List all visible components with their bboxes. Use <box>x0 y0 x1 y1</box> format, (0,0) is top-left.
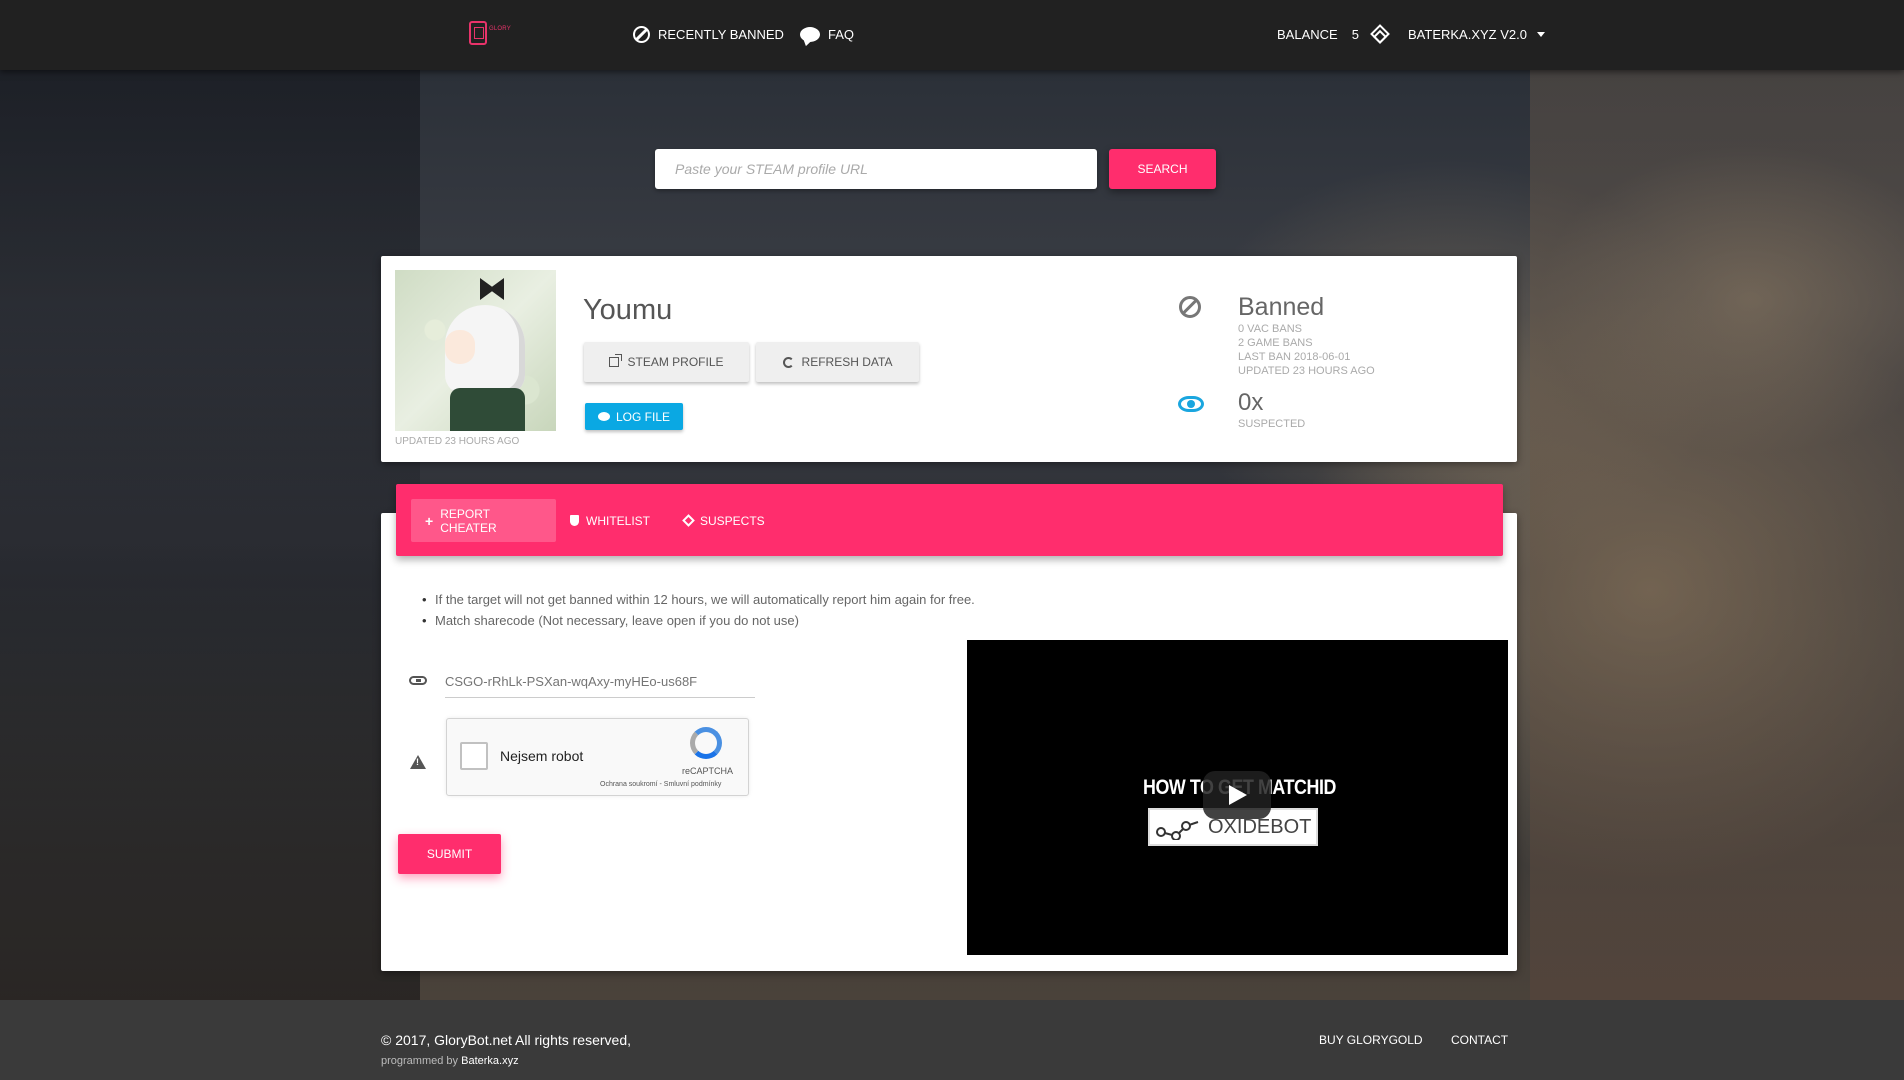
submit-button[interactable]: SUBMIT <box>398 834 501 874</box>
ban-details: 0 VAC BANS 2 GAME BANS LAST BAN 2018-06-… <box>1238 322 1375 378</box>
log-file-button[interactable]: LOG FILE <box>585 403 683 430</box>
vac-bans: 0 VAC BANS <box>1238 323 1302 335</box>
game-bans: 2 GAME BANS <box>1238 337 1313 349</box>
nav-recently-banned-label: RECENTLY BANNED <box>658 26 784 42</box>
logo-text: GLORY <box>489 26 511 32</box>
profile-card: UPDATED 23 HOURS AGO Youmu STEAM PROFILE… <box>381 256 1517 462</box>
nav-faq[interactable]: FAQ <box>800 24 854 44</box>
recaptcha-checkbox[interactable] <box>460 742 488 770</box>
site-logo[interactable]: GLORY <box>469 20 513 46</box>
nav-faq-label: FAQ <box>828 26 855 42</box>
recaptcha-terms-link[interactable]: Ochrana soukromí - Smluvní podmínky <box>600 781 721 788</box>
link-icon <box>409 676 427 685</box>
banned-status-icon <box>1179 296 1201 318</box>
comment-icon <box>597 412 610 421</box>
video-logo-text: OXIDEBOT <box>1208 816 1312 838</box>
ban-updated: UPDATED 23 HOURS AGO <box>1238 365 1375 377</box>
refresh-data-label: REFRESH DATA <box>801 355 893 369</box>
eye-icon <box>1178 396 1204 412</box>
warning-icon <box>410 755 426 769</box>
ban-status: Banned <box>1238 293 1325 321</box>
buy-glorygold-link[interactable]: BUY GLORYGOLD <box>1319 1033 1423 1047</box>
balance-value: 5 <box>1351 26 1359 42</box>
recaptcha-label: Nejsem robot <box>500 748 584 764</box>
log-file-label: LOG FILE <box>615 409 671 424</box>
shield-icon <box>570 515 579 526</box>
graph-icon <box>1156 821 1199 840</box>
list-item: Match sharecode (Not necessary, leave op… <box>422 610 975 631</box>
chat-icon <box>800 26 820 42</box>
match-sharecode-input[interactable] <box>445 666 755 698</box>
video-player[interactable]: HOW TO GET MATCHID OXIDEBOT <box>967 640 1508 955</box>
report-notes: If the target will not get banned within… <box>422 589 975 631</box>
tab-suspects[interactable]: SUSPECTS <box>670 499 779 542</box>
contact-link[interactable]: CONTACT <box>1451 1033 1508 1047</box>
ban-icon <box>633 25 650 43</box>
avatar <box>395 270 556 431</box>
recaptcha-brand: reCAPTCHA <box>682 766 734 776</box>
top-navbar: GLORY RECENTLY BANNED FAQ BALANCE 5 BATE… <box>0 0 1904 70</box>
tab-whitelist[interactable]: WHITELIST <box>556 499 664 542</box>
user-menu-dropdown[interactable]: BATERKA.XYZ V2.0 <box>1408 24 1545 44</box>
diamond-icon <box>1370 24 1390 44</box>
user-menu-label: BATERKA.XYZ V2.0 <box>1408 26 1527 42</box>
list-item: If the target will not get banned within… <box>422 589 975 610</box>
recaptcha-widget: Nejsem robot reCAPTCHA Ochrana soukromí … <box>446 718 749 796</box>
steam-profile-button[interactable]: STEAM PROFILE <box>584 342 749 382</box>
report-tab-bar: + REPORT CHEATER WHITELIST SUSPECTS <box>396 484 1503 556</box>
copyright-text: © 2017, GloryBot.net All rights reserved… <box>381 1032 631 1048</box>
logo-icon <box>469 21 487 45</box>
chevron-down-icon <box>1536 31 1545 37</box>
steam-profile-label: STEAM PROFILE <box>627 355 724 369</box>
tab-suspects-label: SUSPECTS <box>700 513 765 528</box>
play-icon[interactable] <box>1203 771 1271 819</box>
refresh-data-button[interactable]: REFRESH DATA <box>756 342 919 382</box>
balance-label: BALANCE <box>1277 26 1338 42</box>
suspected-label: SUSPECTED <box>1238 418 1306 430</box>
steam-url-search-input[interactable] <box>655 149 1097 189</box>
background-castle-wall <box>1530 70 1904 1000</box>
programmed-by-link[interactable]: Baterka.xyz <box>461 1055 518 1067</box>
diamond-icon <box>682 514 695 527</box>
programmed-by-label: programmed by <box>381 1055 459 1067</box>
nav-balance[interactable]: BALANCE 5 <box>1277 24 1390 44</box>
refresh-icon <box>782 356 794 368</box>
nav-recently-banned[interactable]: RECENTLY BANNED <box>633 24 784 44</box>
tab-whitelist-label: WHITELIST <box>586 513 651 528</box>
plus-icon: + <box>425 512 434 529</box>
background-shadow-left <box>0 70 420 1000</box>
external-link-icon <box>609 354 623 367</box>
tab-report-cheater[interactable]: + REPORT CHEATER <box>411 499 556 542</box>
profile-name: Youmu <box>583 294 673 326</box>
footer <box>0 1000 1904 1080</box>
programmed-by: programmed by Baterka.xyz <box>381 1055 519 1067</box>
search-button[interactable]: SEARCH <box>1109 149 1216 189</box>
last-ban: LAST BAN 2018-06-01 <box>1238 351 1351 363</box>
recaptcha-logo-icon <box>690 727 722 759</box>
avatar-updated-text: UPDATED 23 HOURS AGO <box>395 436 520 447</box>
suspected-count: 0x <box>1238 389 1264 416</box>
tab-report-cheater-label: REPORT CHEATER <box>440 506 497 535</box>
